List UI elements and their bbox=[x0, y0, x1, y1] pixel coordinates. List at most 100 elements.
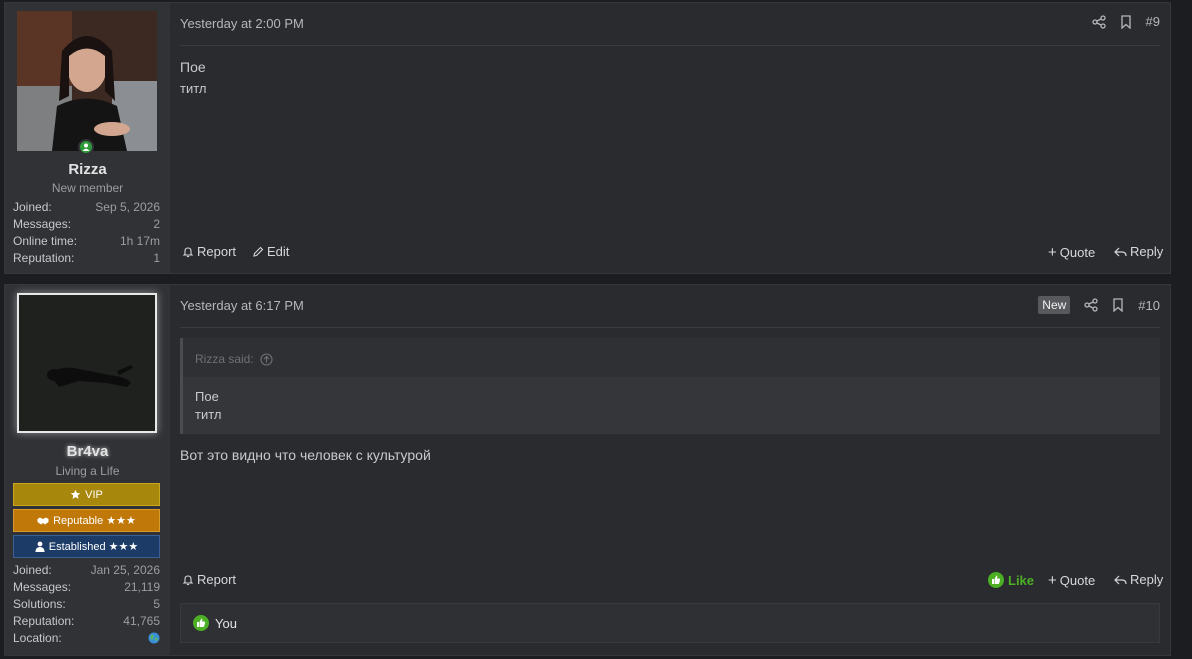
stat-location: Location: bbox=[13, 631, 160, 648]
stat-label: Online time: bbox=[13, 234, 78, 248]
report-label: Report bbox=[197, 244, 237, 259]
post-header-actions: New #10 bbox=[1038, 296, 1160, 314]
avatar[interactable] bbox=[17, 11, 157, 151]
report-button[interactable]: Report bbox=[182, 244, 236, 259]
quote-line: титл bbox=[195, 407, 222, 422]
arrow-up-circle-icon bbox=[260, 352, 273, 366]
reply-icon bbox=[1114, 575, 1127, 584]
rank-badge-vip: VIP bbox=[13, 483, 160, 506]
rank-badge-established: Established ★★★ bbox=[13, 535, 160, 558]
stat-value: 21,119 bbox=[124, 580, 160, 594]
online-status-icon bbox=[78, 139, 94, 155]
stat-value: 1h 17m bbox=[119, 234, 160, 248]
plus-icon: + bbox=[1048, 244, 1057, 261]
stat-label: Messages: bbox=[13, 580, 72, 594]
post-content-line: Пое bbox=[180, 59, 206, 75]
stat-label: Reputation: bbox=[13, 251, 75, 265]
quote-label: Quote bbox=[1059, 573, 1096, 588]
report-button[interactable]: Report bbox=[182, 572, 236, 587]
post-number[interactable]: #9 bbox=[1146, 14, 1160, 29]
handshake-icon bbox=[37, 517, 49, 524]
pencil-icon bbox=[253, 246, 264, 257]
edit-button[interactable]: Edit bbox=[252, 244, 289, 259]
new-badge: New bbox=[1038, 296, 1071, 314]
stat-joined: Joined: Jan 25, 2026 bbox=[13, 563, 160, 580]
quote-label: Quote bbox=[1059, 245, 1096, 260]
post-main: Yesterday at 2:00 PM #9 Пое титл Report … bbox=[180, 3, 1163, 273]
thumbs-up-icon bbox=[193, 615, 209, 631]
username[interactable]: Rizza bbox=[5, 161, 170, 178]
star-icon bbox=[70, 489, 81, 499]
plus-icon: + bbox=[1048, 572, 1057, 589]
post-header: Yesterday at 2:00 PM #9 bbox=[180, 3, 1160, 46]
stat-reputation: Reputation: 41,765 bbox=[13, 614, 160, 631]
share-icon[interactable] bbox=[1084, 298, 1098, 312]
user-title: Living a Life bbox=[55, 464, 120, 478]
reply-label: Reply bbox=[1130, 572, 1164, 587]
quote-block: Rizza said: Пое титл bbox=[180, 338, 1160, 434]
quote-button[interactable]: + Quote bbox=[1048, 244, 1095, 261]
user-column: Rizza New member Joined: Sep 5, 2026 Mess… bbox=[5, 3, 170, 273]
stat-value: 2 bbox=[153, 217, 160, 231]
stat-label: Solutions: bbox=[13, 597, 66, 611]
post-date[interactable]: Yesterday at 6:17 PM bbox=[180, 298, 304, 313]
quote-line: Пое bbox=[195, 389, 219, 404]
stat-label: Joined: bbox=[13, 200, 52, 214]
like-button[interactable]: Like bbox=[988, 572, 1034, 588]
quote-author: Rizza said: bbox=[195, 352, 254, 366]
user-column: Br4va Living a Life VIP Reputable ★★★ Es… bbox=[5, 285, 170, 655]
stat-label: Messages: bbox=[13, 217, 72, 231]
post-9: Rizza New member Joined: Sep 5, 2026 Mess… bbox=[4, 2, 1171, 274]
stat-label: Reputation: bbox=[13, 614, 75, 628]
likes-summary: You bbox=[180, 603, 1160, 643]
stat-value: Jan 25, 2026 bbox=[90, 563, 160, 577]
reply-button[interactable]: Reply bbox=[1114, 244, 1163, 259]
stat-label: Location: bbox=[13, 631, 62, 645]
stat-online-time: Online time: 1h 17m bbox=[13, 234, 160, 251]
stat-label: Joined: bbox=[13, 563, 52, 577]
reply-icon bbox=[1114, 247, 1127, 256]
post-header: Yesterday at 6:17 PM New #10 bbox=[180, 285, 1160, 328]
likes-users-link[interactable]: You bbox=[215, 616, 237, 631]
stat-value: 41,765 bbox=[123, 614, 160, 628]
stat-messages: Messages: 21,119 bbox=[13, 580, 160, 597]
reply-button[interactable]: Reply bbox=[1114, 572, 1163, 587]
post-10: Br4va Living a Life VIP Reputable ★★★ Es… bbox=[4, 284, 1171, 656]
globe-icon[interactable] bbox=[148, 632, 160, 647]
post-number[interactable]: #10 bbox=[1138, 298, 1160, 313]
quote-button[interactable]: + Quote bbox=[1048, 572, 1095, 589]
post-content-line: титл bbox=[180, 81, 207, 96]
edit-label: Edit bbox=[267, 244, 290, 259]
post-main: Yesterday at 6:17 PM New #10 Rizza said:… bbox=[180, 285, 1163, 655]
rank-badge-reputable: Reputable ★★★ bbox=[13, 509, 160, 532]
quote-header[interactable]: Rizza said: bbox=[195, 352, 273, 366]
user-icon bbox=[35, 541, 45, 552]
stat-solutions: Solutions: 5 bbox=[13, 597, 160, 614]
stat-reputation: Reputation: 1 bbox=[13, 251, 160, 268]
post-arrow bbox=[169, 21, 178, 39]
post-arrow bbox=[169, 303, 178, 321]
post-date[interactable]: Yesterday at 2:00 PM bbox=[180, 16, 304, 31]
report-label: Report bbox=[197, 572, 237, 587]
like-label: Like bbox=[1008, 572, 1035, 588]
thumbs-up-icon bbox=[988, 572, 1004, 588]
stat-messages: Messages: 2 bbox=[13, 217, 160, 234]
rank-label: Reputable ★★★ bbox=[53, 515, 136, 527]
bookmark-icon[interactable] bbox=[1112, 298, 1124, 312]
username[interactable]: Br4va bbox=[5, 443, 170, 460]
stat-value: 5 bbox=[153, 597, 160, 611]
share-icon[interactable] bbox=[1091, 14, 1106, 29]
user-title: New member bbox=[51, 181, 124, 195]
stat-value: Sep 5, 2026 bbox=[95, 200, 160, 214]
rank-label: VIP bbox=[85, 488, 103, 501]
post-content: Вот это видно что человек с культурой bbox=[180, 447, 431, 463]
quote-body: Пое титл bbox=[183, 377, 1160, 434]
bookmark-icon[interactable] bbox=[1120, 14, 1132, 29]
avatar[interactable] bbox=[17, 293, 157, 433]
post-header-actions: #9 bbox=[1091, 14, 1160, 29]
stat-joined: Joined: Sep 5, 2026 bbox=[13, 200, 160, 217]
rank-label: Established ★★★ bbox=[48, 541, 139, 553]
bell-icon bbox=[182, 246, 194, 257]
stat-value: 1 bbox=[153, 251, 160, 265]
reply-label: Reply bbox=[1130, 244, 1164, 259]
